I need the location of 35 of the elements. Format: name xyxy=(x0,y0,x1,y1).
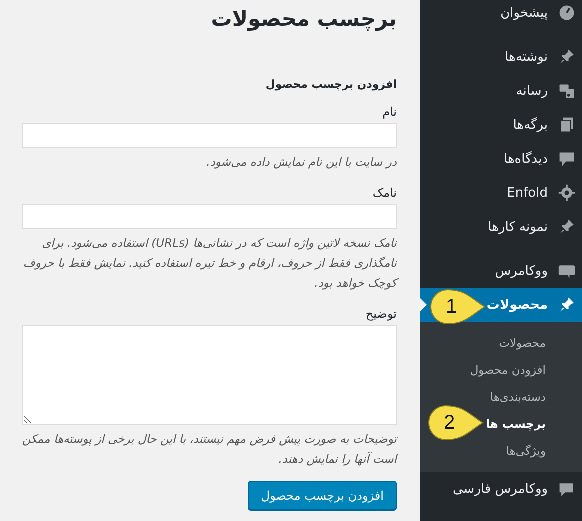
pages-icon xyxy=(558,116,576,134)
page-title: برچسب محصولات xyxy=(211,6,397,33)
menu-item[interactable]: ووکامرس xyxy=(420,254,582,288)
pin-icon xyxy=(558,296,576,314)
field-description: توضیحات به صورت پیش فرض مهم نیستند، با این حال برخی از پوسته‌ها ممکن است آنها را نمایش دهند. xyxy=(22,431,397,468)
submenu-item[interactable]: ویژگی‌ها xyxy=(506,438,582,465)
submenu-item[interactable]: برچسب ها xyxy=(486,411,582,438)
field-description: در سایت با این نام نمایش داده می‌شود. xyxy=(206,154,397,171)
gauge-icon xyxy=(558,4,576,22)
submenu-item[interactable]: افزودن محصول xyxy=(470,357,582,384)
menu-item[interactable]: ووکامرس فارسی xyxy=(420,472,582,506)
menu-item[interactable]: نمونه کارها xyxy=(420,210,582,244)
menu-item[interactable]: نوشته‌ها xyxy=(420,40,582,74)
media-icon xyxy=(558,82,576,100)
menu-item[interactable]: Enfold xyxy=(420,176,582,210)
field-label: نام xyxy=(382,105,397,119)
field-label: توضیح xyxy=(366,307,397,321)
pin-icon xyxy=(558,218,576,236)
text-area[interactable] xyxy=(22,325,397,425)
menu-item[interactable]: دیدگاه‌ها xyxy=(420,142,582,176)
menu-item[interactable]: رسانه xyxy=(420,74,582,108)
add-tag-button[interactable]: افزودن برچسب محصول xyxy=(248,481,397,510)
comment-icon xyxy=(558,150,576,168)
callout-badge: 2 xyxy=(428,405,484,441)
form-heading: افزودن برچسب محصول xyxy=(266,78,397,91)
field-description: نامک نسخه لاتین واژه است که در نشانی‌ها (URLs) استفاده می‌شود. برای نامگذاری فقط از حروف، ارقام و خط تیره استفاده کنید. نمایش فقط با حروف کوچک خواهد بود. xyxy=(22,235,397,292)
field-label: نامک xyxy=(372,186,397,200)
submenu-item[interactable]: محصولات xyxy=(499,330,582,357)
pin-icon xyxy=(558,48,576,66)
input-field[interactable] xyxy=(22,123,397,148)
callout-badge: 1 xyxy=(430,289,486,325)
submenu-item[interactable]: دسته‌بندی‌ها xyxy=(490,384,582,411)
input-field[interactable] xyxy=(22,204,397,229)
menu-item[interactable]: پیشخوان xyxy=(420,0,582,26)
menu-item[interactable]: برگه‌ها xyxy=(420,108,582,142)
